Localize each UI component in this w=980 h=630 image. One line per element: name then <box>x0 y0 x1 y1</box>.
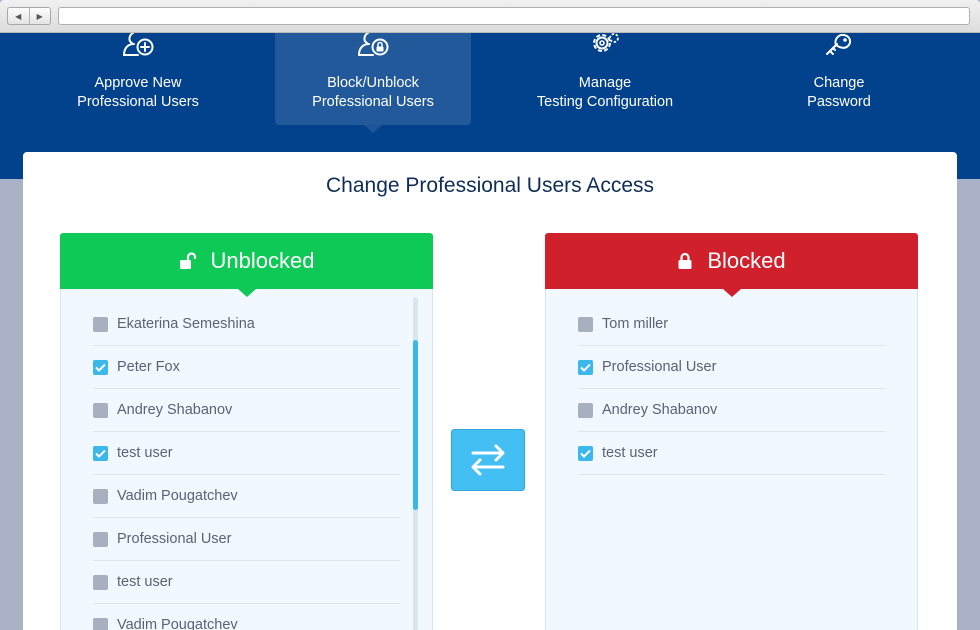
check-icon <box>580 449 591 458</box>
list-item[interactable]: Andrey Shabanov <box>578 389 885 432</box>
blocked-panel-header: Blocked <box>545 233 918 297</box>
list-item[interactable]: test user <box>578 432 885 475</box>
checkbox[interactable] <box>93 488 108 504</box>
tab-label-line2: Professional Users <box>312 94 434 110</box>
unblocked-panel-header: Unblocked <box>60 233 433 297</box>
unblocked-panel: Unblocked Ekaterina Semeshina Peter Fox … <box>60 233 433 630</box>
check-icon <box>580 363 591 372</box>
add-user-icon <box>123 33 154 56</box>
list-item[interactable]: Vadim Pougatchev <box>93 604 400 630</box>
lock-user-icon <box>358 33 389 56</box>
checkbox[interactable] <box>93 574 108 590</box>
browser-nav-buttons: ◀ ▶ <box>7 7 51 25</box>
user-name: test user <box>117 574 173 590</box>
checkbox[interactable] <box>578 402 593 418</box>
gear-icon <box>593 33 619 52</box>
user-name: Peter Fox <box>117 359 180 375</box>
tab-block-unblock-users[interactable]: Block/Unblock Professional Users <box>275 33 471 133</box>
check-icon <box>95 449 106 458</box>
browser-toolbar: ◀ ▶ <box>0 0 980 33</box>
checkbox[interactable] <box>93 617 108 630</box>
unblocked-heading: Unblocked <box>210 248 315 273</box>
tab-label-line2: Testing Configuration <box>536 94 674 110</box>
list-item[interactable]: Tom miller <box>578 303 885 346</box>
tab-approve-new-users[interactable]: Approve New Professional Users <box>40 33 236 125</box>
lock-icon <box>677 252 693 270</box>
checkbox[interactable] <box>93 531 108 547</box>
check-icon <box>95 363 106 372</box>
browser-back-button[interactable]: ◀ <box>8 8 29 24</box>
user-name: test user <box>117 445 173 461</box>
checkbox[interactable] <box>93 402 108 418</box>
tab-label-line1: Change <box>813 75 865 91</box>
user-name: Professional User <box>602 359 717 375</box>
scrollbar-track[interactable] <box>413 297 418 630</box>
tab-label-line2: Password <box>807 94 871 110</box>
blocked-panel: Blocked Tom miller Professional User And… <box>545 233 918 630</box>
list-item[interactable]: test user <box>93 432 400 475</box>
user-name: Tom miller <box>602 316 669 332</box>
user-name: Ekaterina Semeshina <box>117 316 255 332</box>
list-item[interactable]: Professional User <box>93 518 400 561</box>
list-item[interactable]: Peter Fox <box>93 346 400 389</box>
address-bar[interactable] <box>58 7 970 25</box>
tab-label-line1: Block/Unblock <box>327 75 419 91</box>
unblocked-user-list: Ekaterina Semeshina Peter Fox Andrey Sha… <box>93 303 400 630</box>
tab-manage-testing-config[interactable]: Manage Testing Configuration <box>507 33 703 125</box>
checkbox[interactable] <box>578 359 593 375</box>
page-title: Change Professional Users Access <box>326 174 654 197</box>
list-item[interactable]: Andrey Shabanov <box>93 389 400 432</box>
user-name: Andrey Shabanov <box>602 402 718 418</box>
tab-label-line2: Professional Users <box>77 94 199 110</box>
checkbox[interactable] <box>578 316 593 332</box>
checkbox[interactable] <box>93 445 108 461</box>
checkbox[interactable] <box>93 316 108 332</box>
list-item[interactable]: Professional User <box>578 346 885 389</box>
swap-button[interactable] <box>451 429 525 491</box>
blocked-user-list: Tom miller Professional User Andrey Shab… <box>578 303 885 475</box>
user-name: test user <box>602 445 658 461</box>
checkbox[interactable] <box>93 359 108 375</box>
browser-forward-button[interactable]: ▶ <box>28 8 51 24</box>
key-icon <box>826 33 852 55</box>
swap-arrows-icon <box>471 444 505 476</box>
list-item[interactable]: test user <box>93 561 400 604</box>
list-item[interactable]: Ekaterina Semeshina <box>93 303 400 346</box>
user-name: Professional User <box>117 531 232 547</box>
user-name: Andrey Shabanov <box>117 402 233 418</box>
scrollbar-thumb[interactable] <box>413 340 418 510</box>
tab-label-line1: Manage <box>578 75 632 91</box>
unlocked-lock-icon <box>179 252 197 270</box>
tab-label-line1: Approve New <box>94 75 182 91</box>
user-name: Vadim Pougatchev <box>117 617 238 630</box>
user-name: Vadim Pougatchev <box>117 488 238 504</box>
blocked-heading: Blocked <box>707 248 786 273</box>
tab-change-password[interactable]: Change Password <box>741 33 937 125</box>
list-item[interactable]: Vadim Pougatchev <box>93 475 400 518</box>
checkbox[interactable] <box>578 445 593 461</box>
